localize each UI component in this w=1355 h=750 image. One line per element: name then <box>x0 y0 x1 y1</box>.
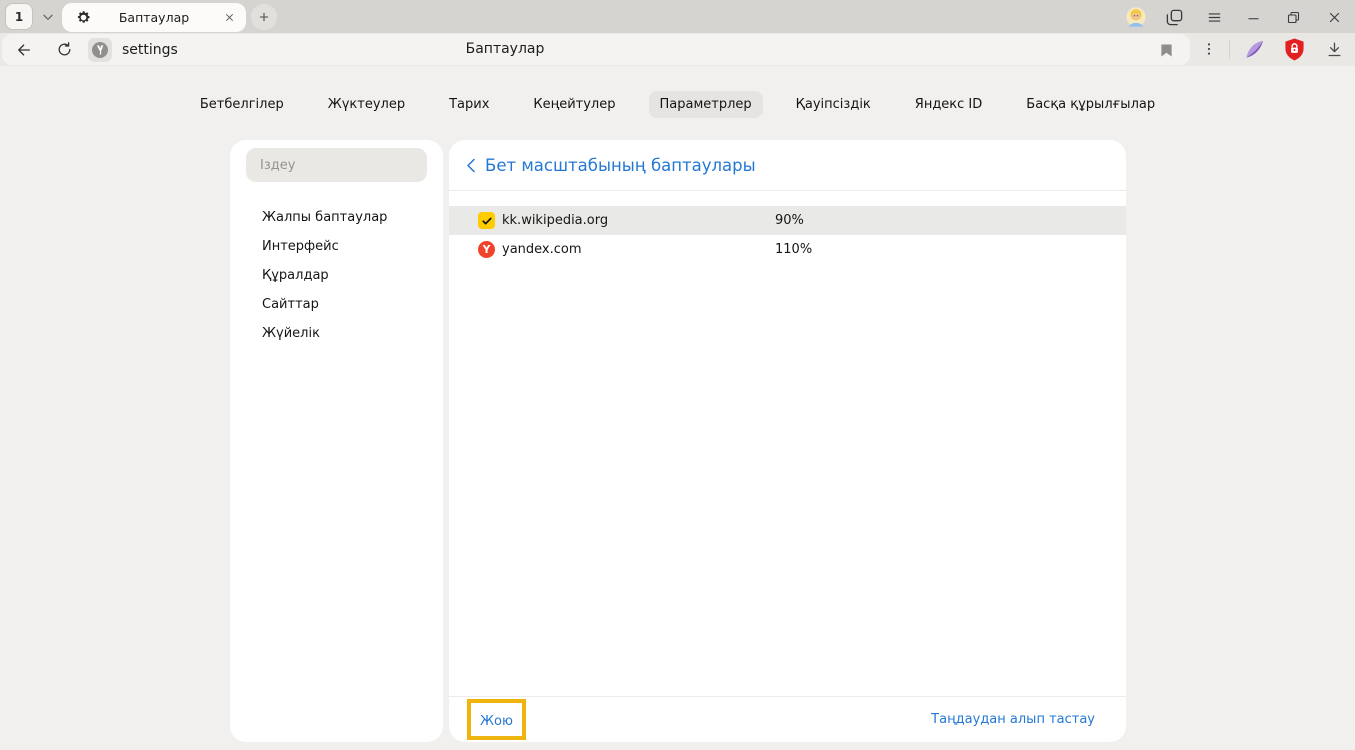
tab-yandex-id[interactable]: Яндекс ID <box>904 91 994 118</box>
settings-sidebar: Жалпы баптаулар Интерфейс Құралдар Сайтт… <box>230 140 443 742</box>
panel-footer: Жою Таңдаудан алып тастау <box>449 696 1126 742</box>
sidebar-item-system[interactable]: Жүйелік <box>230 319 443 348</box>
zoom-settings-panel: Бет масштабының баптаулары kk.wikipedia.… <box>449 140 1126 742</box>
settings-nav-tabs: Бетбелгілер Жүктеулер Тарих Кеңейтулер П… <box>0 91 1355 118</box>
site-row-kk-wikipedia[interactable]: kk.wikipedia.org 90% <box>449 206 1126 235</box>
page-title: Бет масштабының баптаулары <box>485 156 756 175</box>
new-tab-button[interactable] <box>251 4 277 30</box>
site-row-yandex[interactable]: Y yandex.com 110% <box>449 235 1126 264</box>
profile-avatar[interactable] <box>1124 5 1148 29</box>
bookmark-flag-icon <box>1160 43 1173 58</box>
sidebar-item-general[interactable]: Жалпы баптаулар <box>230 203 443 232</box>
tab-count-button[interactable]: 1 <box>6 4 32 29</box>
tab-title: Баптаулар <box>62 10 246 25</box>
tabs-panel-button[interactable] <box>1162 5 1186 29</box>
tabs-panel-icon <box>1165 8 1184 27</box>
close-icon <box>224 12 235 23</box>
settings-page: Бетбелгілер Жүктеулер Тарих Кеңейтулер П… <box>0 66 1355 750</box>
maximize-icon <box>1286 10 1301 25</box>
tab-list-chevron-button[interactable] <box>36 5 60 29</box>
download-icon <box>1326 41 1343 58</box>
minimize-icon <box>1246 10 1261 25</box>
delete-button[interactable]: Жою <box>480 714 513 729</box>
action-highlight-box: Жою <box>467 699 526 740</box>
browser-menu-button[interactable] <box>1202 5 1226 29</box>
protect-shield-icon <box>1284 38 1305 61</box>
tab-history[interactable]: Тарих <box>438 91 500 118</box>
avatar <box>1125 6 1147 28</box>
omnibox[interactable]: settings Баптаулар <box>2 34 1190 65</box>
site-name: kk.wikipedia.org <box>502 213 608 228</box>
sidebar-item-tools[interactable]: Құралдар <box>230 261 443 290</box>
chevron-left-icon <box>466 158 476 173</box>
reload-button[interactable] <box>52 38 76 62</box>
site-zoom-value: 110% <box>775 242 812 257</box>
yandex-badge-icon <box>92 42 108 58</box>
plus-icon <box>257 10 271 24</box>
toolbar: settings Баптаулар <box>0 33 1355 66</box>
close-window-button[interactable] <box>1322 5 1346 29</box>
feather-icon <box>1243 38 1266 61</box>
back-button[interactable] <box>12 38 36 62</box>
hamburger-menu-icon <box>1206 9 1223 26</box>
site-zoom-value: 90% <box>775 213 804 228</box>
tab-extensions[interactable]: Кеңейтулер <box>522 91 626 118</box>
minimize-button[interactable] <box>1241 5 1265 29</box>
search-input[interactable] <box>246 148 427 182</box>
toolbar-divider <box>1229 40 1230 59</box>
tab-bookmarks[interactable]: Бетбелгілер <box>189 91 295 118</box>
bookmark-button[interactable] <box>1154 38 1178 62</box>
downloads-button[interactable] <box>1322 37 1346 61</box>
kebab-menu-icon <box>1201 41 1217 57</box>
collections-menu-button[interactable] <box>1197 37 1221 61</box>
panel-header: Бет масштабының баптаулары <box>449 140 1126 191</box>
sidebar-item-sites[interactable]: Сайттар <box>230 290 443 319</box>
tab-security[interactable]: Қауіпсіздік <box>785 91 882 118</box>
yandex-favicon: Y <box>478 241 495 258</box>
close-icon <box>1327 10 1342 25</box>
omnibox-page-title: Баптаулар <box>466 34 545 65</box>
tab-bar: 1 Баптаулар <box>0 0 1355 33</box>
back-icon <box>15 41 33 59</box>
reload-icon <box>56 41 73 58</box>
site-name: yandex.com <box>502 242 582 257</box>
deselect-button[interactable]: Таңдаудан алып тастау <box>931 712 1095 727</box>
active-tab[interactable]: Баптаулар <box>62 3 246 32</box>
sidebar-item-interface[interactable]: Интерфейс <box>230 232 443 261</box>
maximize-button[interactable] <box>1281 5 1305 29</box>
tab-close-button[interactable] <box>221 9 238 26</box>
tab-downloads[interactable]: Жүктеулер <box>317 91 416 118</box>
back-chevron-button[interactable] <box>463 156 479 174</box>
protect-button[interactable] <box>1282 37 1306 61</box>
site-badge-icon[interactable] <box>88 38 112 62</box>
plugin-feather-button[interactable] <box>1242 37 1266 61</box>
site-zoom-list: kk.wikipedia.org 90% Y yandex.com 110% <box>449 206 1126 264</box>
chevron-down-icon <box>41 10 55 24</box>
tab-other-devices[interactable]: Басқа құрылғылар <box>1015 91 1166 118</box>
tab-settings[interactable]: Параметрлер <box>649 91 763 118</box>
checkbox-checked-icon[interactable] <box>478 212 495 229</box>
url-text[interactable]: settings <box>122 42 178 58</box>
